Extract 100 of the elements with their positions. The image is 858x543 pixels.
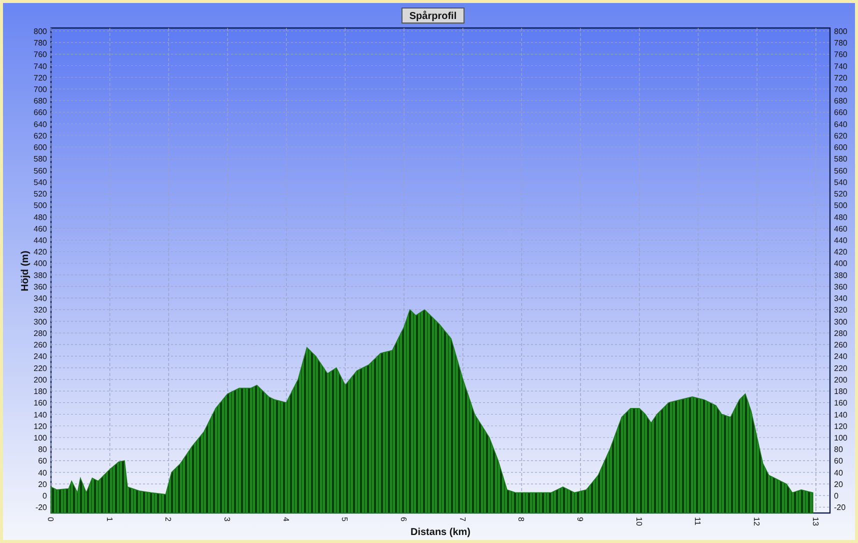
y-tick-label: -20 [834,503,846,512]
y-tick-label: 600 [34,143,47,152]
y-tick-label: 480 [834,212,848,222]
y-tick-label: 680 [834,96,848,106]
x-tick-label: 7 [458,517,467,522]
y-tick-label: 320 [34,306,47,315]
y-tick-label: -20 [35,503,47,512]
y-tick-label: 200 [834,375,848,384]
y-tick-label: 800 [834,26,848,36]
y-tick-label: 100 [34,434,47,442]
x-tick-label: 6 [399,517,408,522]
y-tick-label: 420 [834,248,848,257]
y-tick-label: 360 [34,282,47,292]
y-tick-label: 180 [834,387,848,396]
y-tick-label: 460 [834,224,848,234]
y-tick-label: 580 [34,154,47,164]
y-tick-label: 0 [834,492,838,501]
x-tick-label: 5 [340,517,350,522]
x-tick-label: 3 [222,517,232,522]
y-tick-label: 300 [34,317,47,326]
y-tick-label: 40 [834,468,843,478]
y-tick-label: 600 [834,143,848,152]
y-tick-label: 120 [34,422,47,431]
y-tick-label: 80 [834,445,843,454]
x-tick-label: 12 [752,517,762,526]
y-tick-label: 720 [34,73,47,82]
y-tick-label: 500 [34,201,47,210]
y-tick-label: 40 [38,468,47,478]
x-tick-label: 13 [810,517,820,526]
y-tick-label: 340 [834,294,848,304]
y-tick-label: 280 [834,328,848,338]
y-tick-label: 260 [834,340,848,350]
y-tick-label: 340 [34,294,47,304]
y-tick-label: 780 [834,38,848,48]
y-tick-label: 220 [34,364,47,373]
x-axis-title: Distans (km) [410,527,470,538]
y-tick-label: 240 [834,352,848,362]
chart-title: Spårprofil [402,8,464,24]
y-tick-label: 380 [34,270,47,280]
x-tick-label: 4 [281,517,290,522]
y-tick-label: 300 [834,317,848,326]
y-tick-label: 20 [834,480,843,489]
y-tick-label: 700 [34,85,47,94]
y-tick-label: 80 [38,445,47,454]
y-tick-label: 560 [834,166,848,176]
y-tick-label: 120 [834,422,848,431]
y-tick-label: 140 [34,410,47,420]
y-tick-label: 660 [34,108,47,118]
y-tick-label: 700 [834,85,848,94]
y-tick-label: 640 [34,120,47,129]
y-tick-label: 620 [834,131,848,140]
y-tick-label: 760 [834,50,848,60]
y-tick-label: 520 [834,190,848,199]
y-tick-label: 260 [34,340,47,350]
y-tick-label: 800 [34,26,47,36]
y-tick-label: 420 [34,248,47,257]
x-tick-label: 0 [46,517,55,522]
y-tick-label: 280 [34,328,47,338]
y-tick-label: 480 [34,212,47,222]
y-tick-label: 400 [834,259,848,268]
chart-title: Spårprofil [409,10,457,22]
y-tick-label: 20 [38,480,47,489]
y-tick-label: 60 [38,456,47,466]
y-tick-label: 520 [34,190,47,199]
y-tick-label: 720 [834,73,848,82]
y-tick-label: 380 [834,270,848,280]
y-tick-label: 200 [34,375,47,384]
y-tick-label: 560 [34,166,47,176]
y-tick-label: 440 [34,236,47,245]
y-tick-label: 640 [834,120,848,129]
y-axis-title: Höjd (m) [20,250,31,292]
x-tick-label: 8 [516,517,526,522]
y-tick-label: 660 [834,108,848,118]
y-tick-label: 540 [34,178,47,187]
y-tick-label: 60 [834,456,843,466]
y-tick-label: 160 [834,398,848,408]
x-tick-label: 1 [104,517,114,522]
y-tick-label: 620 [34,131,47,140]
y-tick-label: 140 [834,410,848,420]
y-tick-label: 400 [34,259,47,268]
y-tick-label: 780 [34,38,47,48]
y-tick-label: 460 [34,224,47,234]
y-tick-label: 360 [834,282,848,292]
y-tick-label: 760 [34,50,47,60]
x-tick-label: 11 [693,517,702,526]
y-tick-label: 540 [834,178,848,187]
y-tick-label: 740 [834,62,848,71]
x-tick-label: 10 [634,517,644,526]
y-tick-label: 180 [34,387,47,396]
y-tick-label: 580 [834,154,848,164]
y-tick-label: 440 [834,236,848,245]
y-tick-label: 740 [34,62,47,71]
y-tick-label: 500 [834,201,848,210]
x-tick-label: 9 [576,517,585,522]
x-tick-label: 2 [164,517,173,522]
y-tick-label: 240 [34,352,47,362]
y-tick-label: 320 [834,306,848,315]
y-tick-label: 220 [834,364,848,373]
y-tick-label: 160 [34,398,47,408]
y-tick-label: 100 [834,434,848,442]
